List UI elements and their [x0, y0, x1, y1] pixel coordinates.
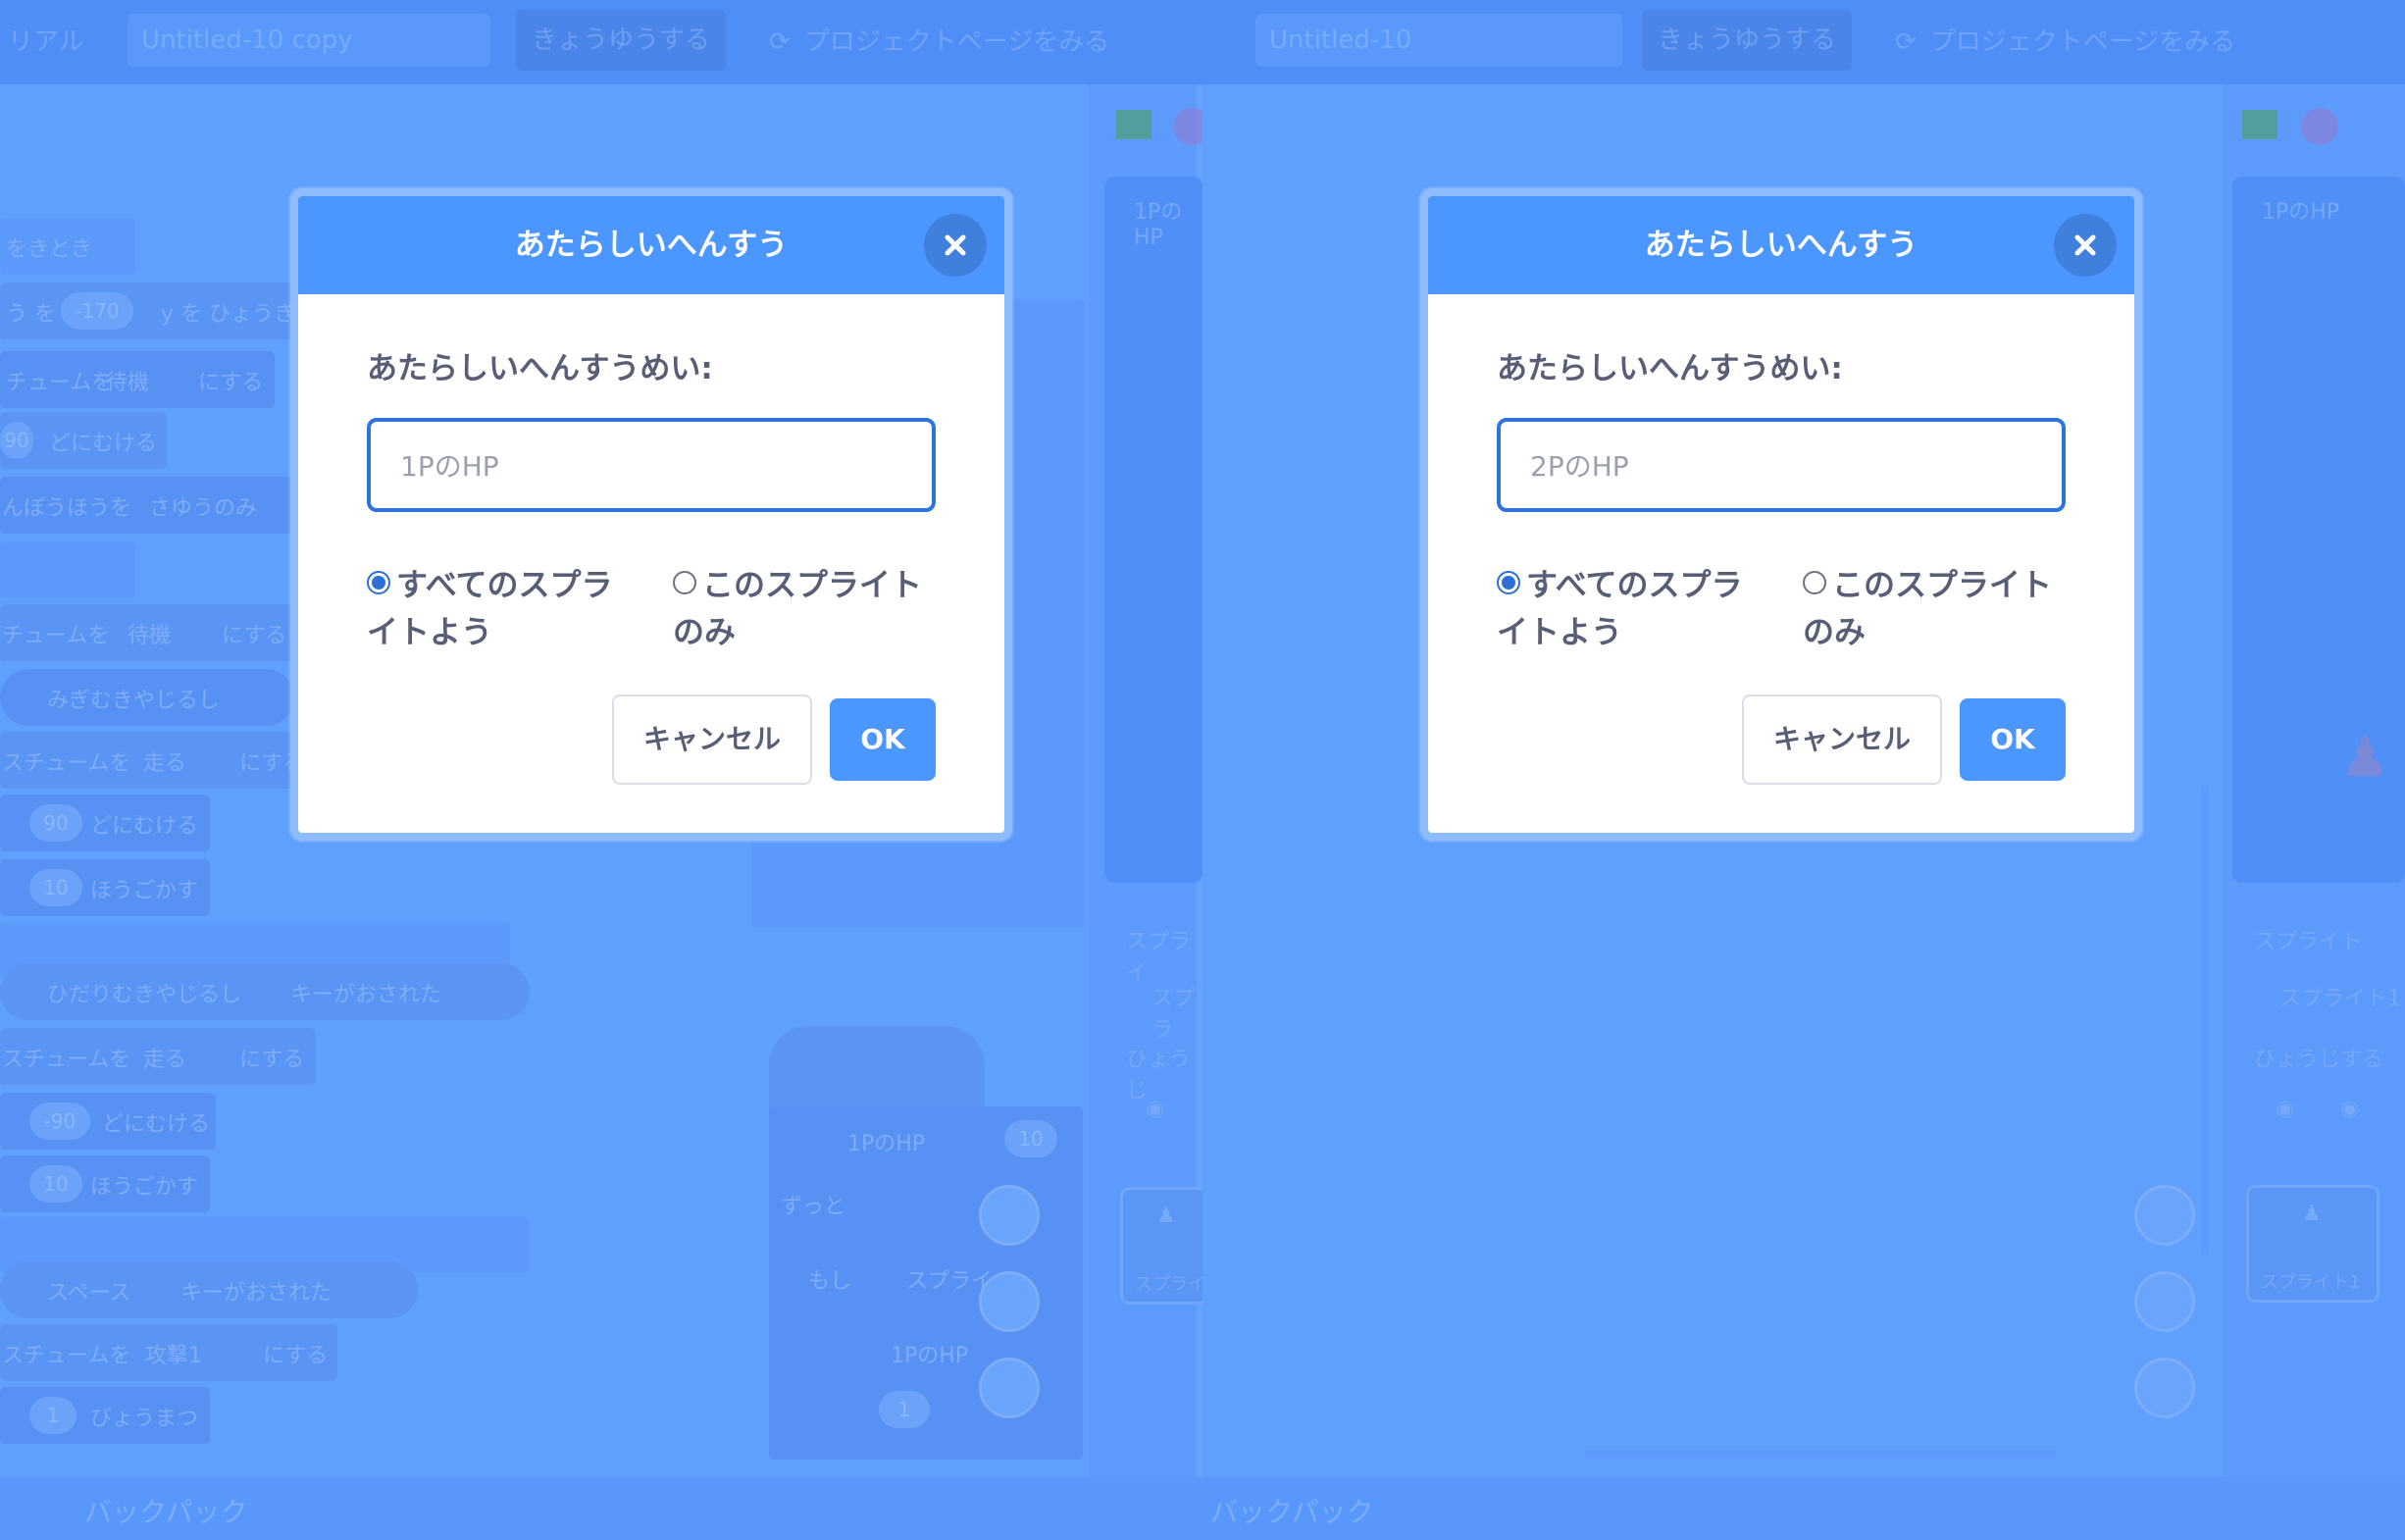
option-all-sprites[interactable]: すべてのスプライトよう [367, 561, 641, 655]
script-block: -90 どにむける [0, 1093, 216, 1150]
script-block: チュームを 待機 にする [0, 351, 275, 408]
project-title-input[interactable]: Untitled-10 copy [128, 14, 490, 67]
menu-bar: リアル Untitled-10 copy きょうゆうする ⟳ プロジェクトページを… [0, 0, 1202, 84]
backpack[interactable]: バックパック [0, 1477, 1202, 1540]
variable-name-input[interactable] [1497, 418, 2066, 512]
script-block: 90 どにむける [0, 795, 210, 851]
show-label: ひょうじ [1126, 1048, 1192, 1104]
script-block: チュームを 待機 にする [0, 604, 294, 661]
sprite-thumbnail[interactable]: ♟ スプライ [1120, 1187, 1202, 1305]
project-title-input[interactable]: Untitled-10 [1255, 14, 1622, 67]
sprite-icon: ♟ [2302, 1202, 2322, 1226]
radio-button[interactable] [1803, 571, 1826, 594]
eye-off-icon[interactable]: ◉ [2340, 1097, 2359, 1121]
new-variable-dialog: あたらしいへんすう あたらしいへんすうめい: すべてのスプライトよう このスプラ… [290, 188, 1012, 841]
sprite-thumbnail[interactable]: ♟ スプライト1 [2246, 1185, 2379, 1303]
sprite-section-label: スプライ [1126, 930, 1192, 986]
dialog-title: あたらしいへんすう [514, 228, 789, 263]
tutorials-menu[interactable]: リアル [8, 22, 84, 58]
option-this-sprite-only[interactable]: このスプライトのみ [673, 561, 947, 655]
zoom-out-icon[interactable] [2134, 1271, 2195, 1332]
ok-button[interactable]: OK [1960, 698, 2066, 781]
close-icon [945, 234, 966, 256]
left-editor-panel: リアル Untitled-10 copy きょうゆうする ⟳ プロジェクトページを… [0, 0, 1202, 1540]
sprite-name-label: スプラ [1151, 987, 1196, 1043]
share-button[interactable]: きょうゆうする [1642, 10, 1852, 71]
menu-bar: Untitled-10 きょうゆうする ⟳ プロジェクトページをみる [1202, 0, 2405, 84]
radio-button-selected[interactable] [1497, 571, 1520, 594]
script-block: 1PのHP 10 ずっと もし スプライ 1PのHP 1 [769, 1106, 1083, 1460]
horizontal-scrollbar[interactable] [1585, 1450, 2056, 1458]
sprite-icon: ♟ [1156, 1204, 1176, 1228]
cancel-button[interactable]: キャンセル [612, 694, 812, 785]
close-button[interactable] [924, 214, 987, 277]
show-label: ひょうじする [2254, 1048, 2384, 1072]
sprite-name-label: スプライト1 [2279, 987, 2401, 1011]
sprite-section-label: スプライト [2254, 930, 2363, 954]
script-block: ひだりむきやじるし キーがおされた [0, 963, 530, 1020]
script-block: 1 びょうまつ [0, 1387, 210, 1444]
script-block: んぼうほうを さゆうのみ [0, 477, 294, 534]
sprite-on-stage-icon: ♟ [2340, 726, 2390, 790]
project-page-icon: ⟳ [769, 27, 791, 57]
script-block: 10 ほうごかす [0, 1155, 210, 1212]
zoom-reset-icon[interactable] [2134, 1358, 2195, 1418]
variable-name-input[interactable] [367, 418, 936, 512]
dialog-title: あたらしいへんすう [1644, 228, 1919, 263]
see-project-page-link[interactable]: ⟳ プロジェクトページをみる [769, 22, 1109, 58]
dialog-header: あたらしいへんすう [298, 196, 1004, 294]
cancel-button[interactable]: キャンセル [1742, 694, 1942, 785]
script-block: スチュームを 走る にする [0, 732, 304, 789]
script-block: 10 ほうごかす [0, 859, 210, 916]
stage[interactable]: 1PのHP ♟ [2232, 177, 2405, 883]
green-flag-icon[interactable] [2242, 110, 2277, 139]
option-this-sprite-only[interactable]: このスプライトのみ [1803, 561, 2077, 655]
see-project-page-link[interactable]: ⟳ プロジェクトページをみる [1895, 22, 2235, 58]
share-button[interactable]: きょうゆうする [516, 10, 726, 71]
eye-icon[interactable]: ◉ [1146, 1097, 1164, 1121]
script-block: スペース キーがおされた [0, 1261, 418, 1318]
stop-icon[interactable] [2301, 108, 2338, 145]
script-block: う を -170 y を ひょうき [0, 282, 324, 339]
eye-icon[interactable]: ◉ [2276, 1097, 2294, 1121]
backpack[interactable]: バックパック [1202, 1477, 2405, 1540]
zoom-out-icon[interactable] [979, 1271, 1040, 1332]
script-block: をきとき [0, 218, 135, 275]
radio-button[interactable] [673, 571, 696, 594]
zoom-in-icon[interactable] [979, 1185, 1040, 1246]
project-page-icon: ⟳ [1895, 27, 1917, 57]
script-block: みぎむきやじるし [0, 669, 294, 726]
ok-button[interactable]: OK [830, 698, 936, 781]
variable-name-label: あたらしいへんすうめい: [1497, 351, 1843, 386]
dialog-header: あたらしいへんすう [1428, 196, 2134, 294]
right-editor-panel: Untitled-10 きょうゆうする ⟳ プロジェクトページをみる 1PのHP … [1202, 0, 2405, 1540]
zoom-in-icon[interactable] [2134, 1185, 2195, 1246]
script-block [0, 541, 135, 598]
zoom-reset-icon[interactable] [979, 1358, 1040, 1418]
variable-name-label: あたらしいへんすうめい: [367, 351, 713, 386]
close-button[interactable] [2054, 214, 2117, 277]
close-icon [2074, 234, 2096, 256]
green-flag-icon[interactable] [1116, 110, 1151, 139]
vertical-scrollbar[interactable] [2201, 785, 2209, 1256]
option-all-sprites[interactable]: すべてのスプライトよう [1497, 561, 1771, 655]
script-block: スチュームを 走る にする [0, 1028, 316, 1085]
stage[interactable]: 1PのHP [1104, 177, 1202, 883]
radio-button-selected[interactable] [367, 571, 390, 594]
stop-icon[interactable] [1173, 108, 1202, 145]
script-block: スチュームを 攻撃1 にする [0, 1324, 337, 1381]
new-variable-dialog: あたらしいへんすう あたらしいへんすうめい: すべてのスプライトよう このスプラ… [1420, 188, 2142, 841]
script-block: 90 どにむける [0, 412, 167, 469]
